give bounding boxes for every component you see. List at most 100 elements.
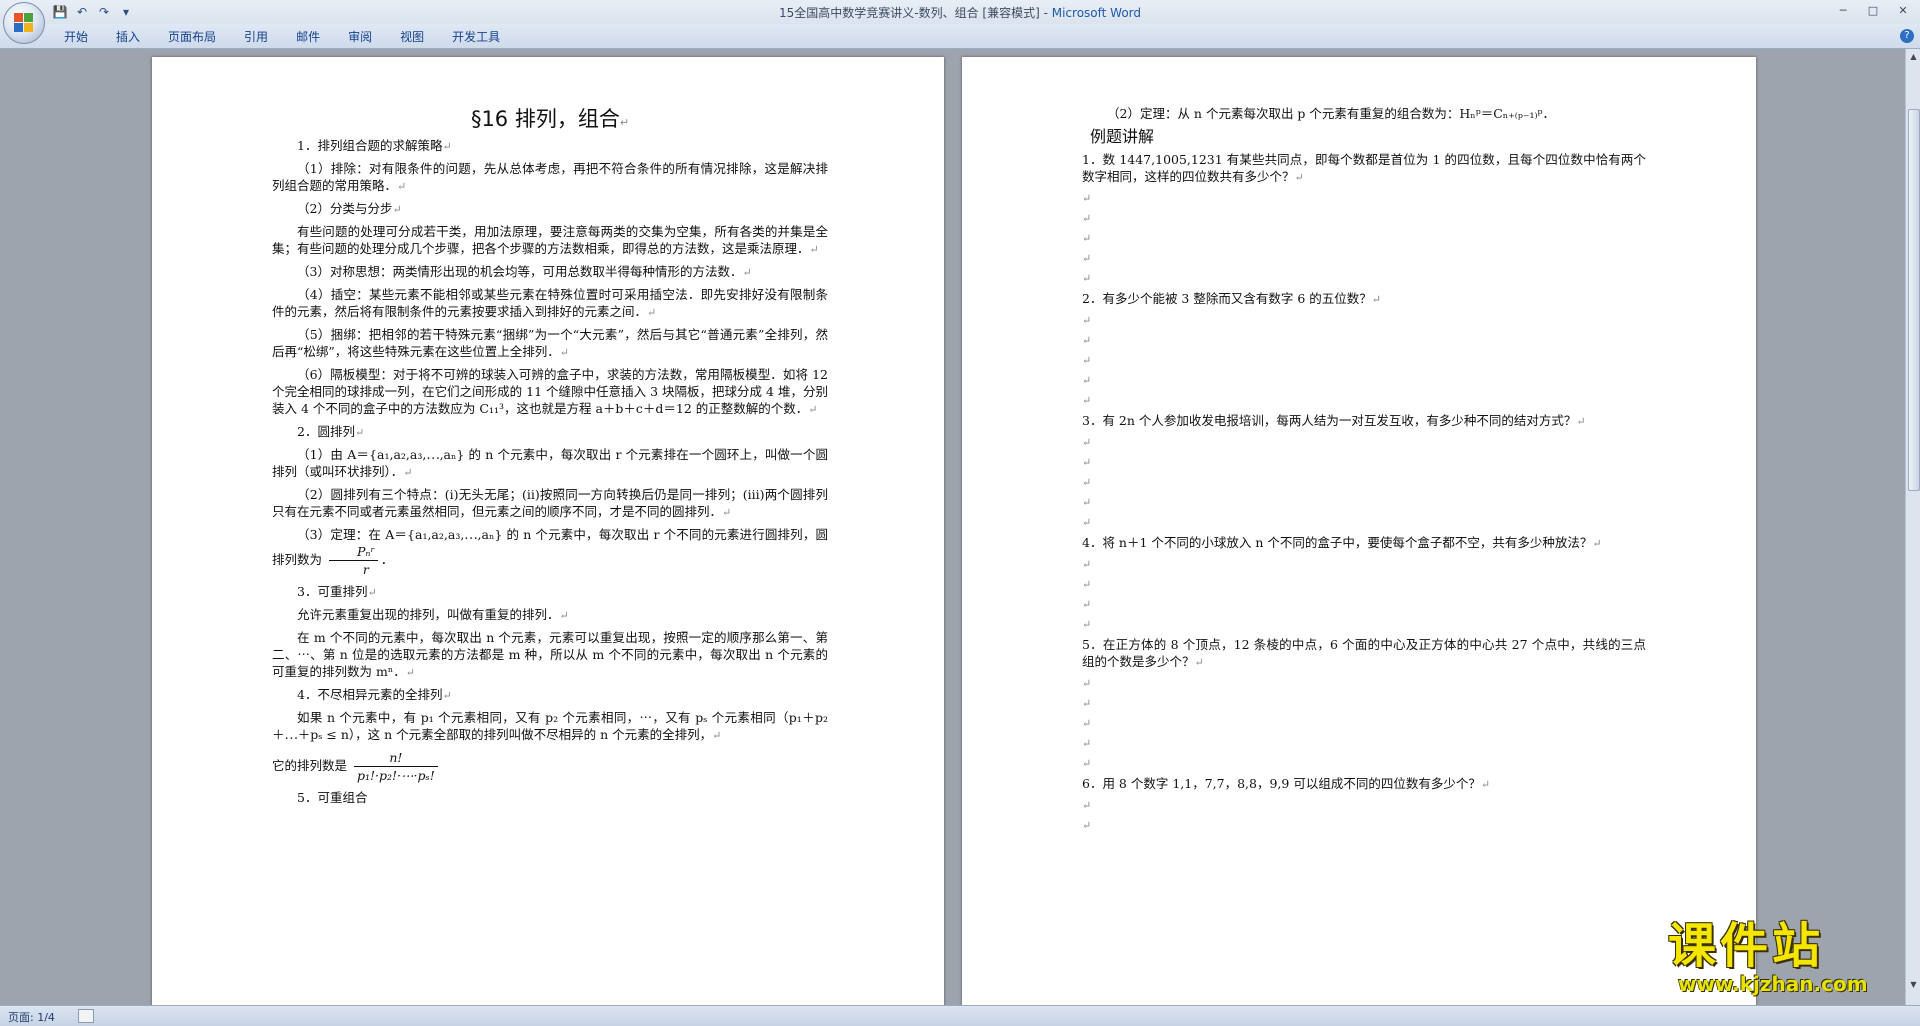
empty-paragraph-mark: ↵: [1082, 354, 1092, 367]
empty-paragraph-mark: ↵: [1082, 558, 1092, 571]
ribbon-tab[interactable]: 开发工具: [438, 28, 514, 46]
permutation-count-paragraph: 它的排列数是 n! p₁!·p₂!·⋯·pₛ!: [272, 749, 828, 784]
paragraph-text: （4）插空：某些元素不能相邻或某些元素在特殊位置时可采用插空法．即先安排好没有限…: [272, 287, 828, 319]
status-bar: 页面: 1/4: [0, 1005, 1920, 1026]
body-paragraph: （1）排除：对有限条件的问题，先从总体考虑，再把不符合条件的所有情况排除，这是解…: [272, 160, 828, 195]
body-paragraph: （1）由 A＝{a₁,a₂,a₃,⋯,aₙ} 的 n 个元素中，每次取出 r 个…: [272, 446, 828, 481]
body-paragraph: （5）捆绑：把相邻的若干特殊元素“捆绑”为一个“大元素”，然后与其它“普通元素”…: [272, 326, 828, 361]
paragraph-mark: ↵: [559, 346, 570, 359]
vertical-scrollbar[interactable]: ▲ ▼: [1905, 49, 1920, 1005]
fraction-numerator: n!: [354, 749, 438, 767]
document-title: 15全国高中数学竞赛讲义-数列、组合 [兼容模式] -: [778, 6, 1052, 20]
paragraph-text: 有些问题的处理可分成若干类，用加法原理，要注意每两类的交集为空集，所有各类的并集…: [272, 224, 828, 256]
paragraph-text: 4．不尽相异元素的全排列: [297, 687, 443, 702]
paragraph-text: （2）分类与分步: [297, 201, 393, 216]
ribbon-tab[interactable]: 开始: [50, 28, 102, 46]
watermark-title: 课件站: [1668, 918, 1825, 974]
paragraph-mark: ↵: [1371, 293, 1381, 306]
empty-paragraph-mark: ↵: [1082, 516, 1092, 529]
empty-paragraph-mark: ↵: [1082, 212, 1092, 225]
examples-heading: 例题讲解: [1090, 128, 1646, 145]
body-paragraph: 在 m 个不同的元素中，每次取出 n 个元素，元素可以重复出现，按照一定的顺序那…: [272, 629, 828, 681]
empty-paragraph-mark: ↵: [1082, 252, 1092, 265]
body-paragraph: （2）圆排列有三个特点：(i)无头无尾；(ii)按照同一方向转换后仍是同一排列；…: [272, 486, 828, 521]
paragraph-text: （5）捆绑：把相邻的若干特殊元素“捆绑”为一个“大元素”，然后与其它“普通元素”…: [272, 327, 828, 359]
multiset-permutation-fraction: n! p₁!·p₂!·⋯·pₛ!: [354, 749, 438, 784]
body-paragraph: 允许元素重复出现的排列，叫做有重复的排列．↵: [272, 606, 828, 624]
empty-paragraph-mark: ↵: [1082, 476, 1092, 489]
paragraph-mark: ↵: [442, 140, 452, 153]
empty-paragraph-mark: ↵: [1082, 737, 1092, 750]
close-icon[interactable]: ✕: [1890, 2, 1916, 20]
paragraph-mark: ↵: [1576, 415, 1586, 428]
empty-paragraph-mark: ↵: [1082, 819, 1092, 832]
empty-paragraph-mark: ↵: [1082, 334, 1092, 347]
theorem-suffix: ．: [380, 552, 394, 567]
paragraph-text: （6）隔板模型：对于将不可辨的球装入可辨的盒子中，求装的方法数，常用隔板模型．如…: [272, 367, 828, 416]
page-indicator[interactable]: 页面: 1/4: [8, 1009, 55, 1025]
empty-paragraph-mark: ↵: [1082, 697, 1092, 710]
question-item: 2．有多少个能被 3 整除而又含有数字 6 的五位数？↵: [1082, 290, 1646, 308]
page-2-content: （2）定理：从 n 个元素每次取出 p 个元素有重复的组合数为：Hₙᵖ＝Cₙ₊₍…: [1082, 105, 1646, 837]
empty-paragraph-mark: ↵: [1082, 456, 1092, 469]
empty-paragraph-mark: ↵: [1082, 598, 1092, 611]
office-button[interactable]: [3, 2, 45, 44]
minimize-icon[interactable]: ─: [1830, 2, 1856, 20]
scroll-down-icon[interactable]: ▼: [1908, 979, 1919, 990]
ribbon-tab[interactable]: 视图: [386, 28, 438, 46]
empty-paragraph-mark: ↵: [1082, 394, 1092, 407]
proofing-icon[interactable]: [78, 1009, 94, 1023]
question-text: 3．有 2n 个人参加收发电报培训，每两人结为一对互发互收，有多少种不同的结对方…: [1082, 413, 1577, 428]
section-heading: 5．可重组合: [297, 790, 368, 805]
theorem-line-text: （2）定理：从 n 个元素每次取出 p 个元素有重复的组合数为：Hₙᵖ＝Cₙ₊₍…: [1107, 106, 1556, 121]
paragraph-text: （1）由 A＝{a₁,a₂,a₃,⋯,aₙ} 的 n 个元素中，每次取出 r 个…: [272, 447, 828, 479]
fraction-numerator: Pₙʳ: [329, 543, 378, 561]
paragraph-mark: ↵: [1294, 171, 1304, 184]
paragraph-mark: ↵: [442, 689, 452, 702]
body-paragraph: 如果 n 个元素中，有 p₁ 个元素相同，又有 p₂ 个元素相同，⋯，又有 pₛ…: [272, 709, 828, 744]
fraction-denominator: p₁!·p₂!·⋯·pₛ!: [357, 768, 435, 783]
empty-paragraph-mark: ↵: [1082, 192, 1092, 205]
scroll-up-icon[interactable]: ▲: [1908, 51, 1919, 62]
question-text: 2．有多少个能被 3 整除而又含有数字 6 的五位数？: [1082, 291, 1372, 306]
ribbon-tab[interactable]: 引用: [230, 28, 282, 46]
empty-paragraph-mark: ↵: [1082, 799, 1092, 812]
ribbon-tab[interactable]: 审阅: [334, 28, 386, 46]
paragraph-mark: ↵: [1480, 778, 1491, 791]
paragraph-mark: ↵: [354, 426, 365, 439]
question-item: 3．有 2n 个人参加收发电报培训，每两人结为一对互发互收，有多少种不同的结对方…: [1082, 412, 1646, 430]
paragraph-mark: ↵: [712, 729, 722, 742]
empty-paragraph-mark: ↵: [1082, 436, 1092, 449]
section-heading: 4．不尽相异元素的全排列↵: [297, 686, 828, 704]
paragraph-mark: ↵: [808, 403, 818, 416]
help-icon[interactable]: ?: [1900, 29, 1914, 43]
theorem-paragraph: （3）定理：在 A＝{a₁,a₂,a₃,⋯,aₙ} 的 n 个元素中，每次取出 …: [272, 526, 828, 578]
page-1-paragraphs: 1．排列组合题的求解策略↵ （1）排除：对有限条件的问题，先从总体考虑，再把不符合…: [272, 137, 828, 521]
paragraph-mark: ↵: [1194, 656, 1204, 669]
paragraph-mark: ↵: [647, 306, 657, 319]
empty-paragraph-mark: ↵: [1082, 717, 1092, 730]
title-bar: 💾 ↶ ↷ ▾ 15全国高中数学竞赛讲义-数列、组合 [兼容模式] - Micr…: [0, 0, 1920, 24]
page-1: §16 排列，组合↵ 1．排列组合题的求解策略↵ （1）排除：对有限条件的问题，先…: [152, 57, 944, 1005]
paragraph-text: 在 m 个不同的元素中，每次取出 n 个元素，元素可以重复出现，按照一定的顺序那…: [272, 630, 828, 679]
section-heading: （2）分类与分步↵: [297, 200, 828, 218]
question-text: 5．在正方体的 8 个顶点，12 条棱的中点，6 个面的中心及正方体的中心共 2…: [1082, 637, 1646, 669]
question-item: 1．数 1447,1005,1231 有某些共同点，即每个数都是首位为 1 的四…: [1082, 151, 1646, 186]
question-text: 4．将 n＋1 个不同的小球放入 n 个不同的盒子中，要使每个盒子都不空，共有多…: [1082, 535, 1593, 550]
body-paragraph: （6）隔板模型：对于将不可辨的球装入可辨的盒子中，求装的方法数，常用隔板模型．如…: [272, 366, 828, 418]
empty-paragraph-mark: ↵: [1082, 374, 1092, 387]
circular-permutation-fraction: Pₙʳ r: [329, 543, 378, 578]
paragraph-mark: ↵: [809, 243, 819, 256]
ribbon-tab[interactable]: 页面布局: [154, 28, 230, 46]
fraction-denominator: r: [362, 562, 369, 577]
paragraph-text: 2．圆排列: [297, 424, 355, 439]
paragraph-text: （3）对称思想：两类情形出现的机会均等，可用总数取半得每种情形的方法数．: [297, 264, 743, 279]
ribbon-tab[interactable]: 邮件: [282, 28, 334, 46]
scrollbar-thumb[interactable]: [1908, 109, 1920, 491]
question-list: 1．数 1447,1005,1231 有某些共同点，即每个数都是首位为 1 的四…: [1082, 151, 1646, 837]
window-title: 15全国高中数学竞赛讲义-数列、组合 [兼容模式] - Microsoft Wo…: [0, 4, 1920, 21]
paragraph-mark: ↵: [392, 203, 402, 216]
maximize-icon[interactable]: □: [1860, 2, 1886, 20]
paragraph-text: 如果 n 个元素中，有 p₁ 个元素相同，又有 p₂ 个元素相同，⋯，又有 pₛ…: [272, 710, 828, 742]
ribbon-tab[interactable]: 插入: [102, 28, 154, 46]
